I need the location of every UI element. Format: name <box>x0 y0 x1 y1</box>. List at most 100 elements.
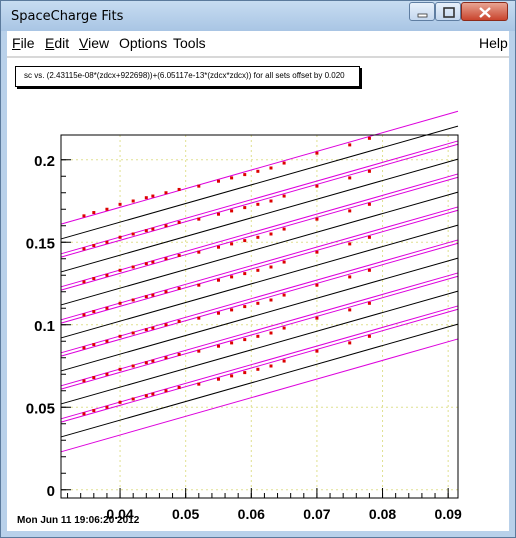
fit-line <box>60 125 459 240</box>
menu-tools[interactable]: Tools <box>173 35 206 51</box>
data-point <box>151 194 155 198</box>
data-point <box>243 371 247 375</box>
title-pave[interactable]: sc vs. (2.43115e-08*(zdcx+922698))+(6.05… <box>15 66 360 87</box>
data-point <box>82 280 86 284</box>
data-point <box>282 161 286 165</box>
fit-line <box>60 191 459 306</box>
error-band-line <box>60 176 459 291</box>
data-point <box>269 364 273 368</box>
data-point <box>177 187 181 191</box>
data-point <box>164 290 168 294</box>
data-point <box>164 257 168 261</box>
data-point <box>105 240 109 244</box>
data-point <box>348 143 352 147</box>
y-tick-label: 0.1 <box>34 318 55 335</box>
data-point <box>367 136 371 140</box>
data-point <box>105 306 109 310</box>
data-point <box>197 250 201 254</box>
data-point <box>92 376 96 380</box>
plot-title: sc vs. (2.43115e-08*(zdcx+922698))+(6.05… <box>24 71 345 80</box>
grid <box>61 135 458 498</box>
x-tick-label: 0.09 <box>435 506 462 522</box>
menu-view[interactable]: View <box>79 35 109 51</box>
data-point <box>315 151 319 155</box>
data-point <box>92 409 96 413</box>
menu-edit-label: dit <box>54 35 70 51</box>
data-point <box>348 275 352 279</box>
data-point <box>151 392 155 396</box>
data-point <box>105 405 109 409</box>
menu-view-label: iew <box>88 35 110 51</box>
data-point <box>230 374 234 378</box>
data-point <box>243 338 247 342</box>
data-point <box>177 286 181 290</box>
data-point <box>197 283 201 287</box>
menu-options[interactable]: Options <box>119 35 167 51</box>
y-tick-label: 0 <box>47 483 55 500</box>
title-bar[interactable]: SpaceCharge Fits <box>1 1 515 31</box>
data-point <box>243 305 247 309</box>
window-title: SpaceCharge Fits <box>11 9 124 24</box>
y-tick-label: 0.2 <box>34 153 55 170</box>
data-point <box>151 227 155 231</box>
data-point <box>216 278 220 282</box>
data-point <box>282 326 286 330</box>
data-point <box>348 176 352 180</box>
data-point <box>315 316 319 320</box>
data-point <box>367 334 371 338</box>
data-point <box>315 250 319 254</box>
data-point <box>269 232 273 236</box>
data-point <box>151 260 155 264</box>
menu-bar: File Edit View Options Tools Help <box>7 31 509 55</box>
data-point <box>216 311 220 315</box>
data-point <box>197 349 201 353</box>
data-point <box>118 334 122 338</box>
x-tick-label: 0.05 <box>172 506 199 522</box>
menu-separator <box>7 56 509 58</box>
data-point <box>131 232 135 236</box>
data-point <box>230 242 234 246</box>
close-button[interactable] <box>461 2 508 21</box>
data-point <box>82 214 86 218</box>
data-point <box>82 379 86 383</box>
data-point <box>92 310 96 314</box>
data-point <box>144 361 148 365</box>
data-point <box>118 202 122 206</box>
minimize-button[interactable] <box>409 2 435 21</box>
data-point <box>216 245 220 249</box>
menu-help[interactable]: Help <box>479 35 508 51</box>
x-tick-label: 0.07 <box>303 506 330 522</box>
maximize-button[interactable] <box>435 2 461 21</box>
data-point <box>269 265 273 269</box>
data-point <box>282 359 286 363</box>
menu-edit[interactable]: Edit <box>45 35 69 51</box>
data-point <box>82 412 86 416</box>
data-point <box>131 397 135 401</box>
plot-canvas[interactable]: 0.04 0.05 0.06 0.07 0.08 0.09 0 0.05 0.1 0.15 0.2… <box>9 60 509 531</box>
data-point <box>197 184 201 188</box>
data-point <box>216 344 220 348</box>
data-point <box>144 262 148 266</box>
y-tick-label: 0.05 <box>26 400 55 417</box>
menu-file[interactable]: File <box>12 35 35 51</box>
menu-file-label: ile <box>20 35 35 51</box>
data-point <box>256 367 260 371</box>
data-point <box>282 227 286 231</box>
data-point <box>243 272 247 276</box>
data-point <box>282 194 286 198</box>
data-point <box>197 382 201 386</box>
data-point <box>131 331 135 335</box>
data-point <box>118 367 122 371</box>
data-point <box>82 313 86 317</box>
data-point <box>164 224 168 228</box>
data-point <box>105 207 109 211</box>
data-point <box>82 247 86 251</box>
data-point <box>151 326 155 330</box>
y-axis: 0 0.05 0.1 0.15 0.2 <box>26 153 71 500</box>
data-point <box>243 173 247 177</box>
data-point <box>144 328 148 332</box>
data-point <box>197 217 201 221</box>
data-point <box>243 239 247 243</box>
data-point <box>269 166 273 170</box>
maximize-icon <box>443 7 455 18</box>
